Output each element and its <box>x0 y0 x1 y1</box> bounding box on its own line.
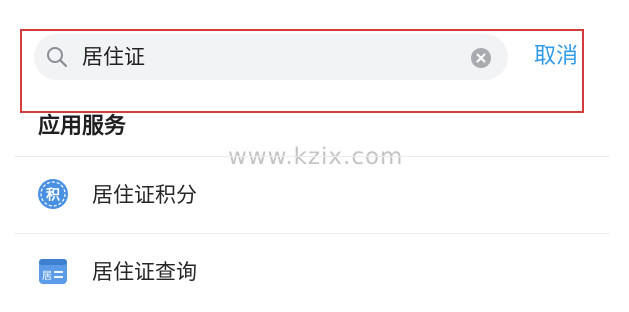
points-badge-icon: 积 <box>38 179 68 209</box>
search-bar[interactable] <box>34 34 508 80</box>
search-input[interactable] <box>82 41 472 73</box>
list-item-label: 居住证积分 <box>92 183 197 207</box>
list-item-residence-points[interactable]: 积 居住证积分 <box>14 160 610 230</box>
svg-text:居: 居 <box>42 270 52 282</box>
svg-text:积: 积 <box>46 187 60 204</box>
section-title: 应用服务 <box>38 114 127 139</box>
divider <box>14 156 610 157</box>
search-icon <box>47 47 68 68</box>
list-item-label: 居住证查询 <box>92 260 197 284</box>
divider <box>14 233 610 234</box>
cancel-button[interactable]: 取消 <box>534 41 584 73</box>
clear-icon[interactable] <box>471 48 491 68</box>
list-item-residence-query[interactable]: 居 居住证查询 <box>14 237 610 307</box>
residence-card-icon: 居 <box>39 259 67 284</box>
search-page: 取消 应用服务 www.kzix.com 积 居住证积分 居 居住证查询 <box>0 0 629 312</box>
